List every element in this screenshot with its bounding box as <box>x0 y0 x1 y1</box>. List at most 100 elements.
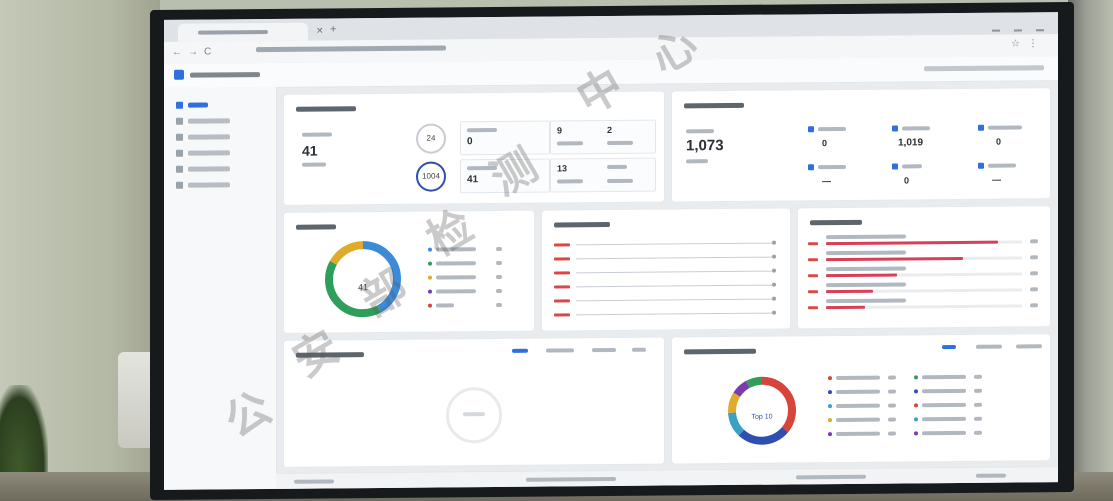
legend-value <box>888 417 896 422</box>
legend-label <box>836 375 880 381</box>
legend-swatch <box>914 417 918 422</box>
risk-top-panel <box>798 206 1050 329</box>
legend-value <box>974 416 982 421</box>
total-label <box>302 132 332 137</box>
sidebar-item-6[interactable] <box>176 181 262 189</box>
legend-swatch <box>828 404 832 409</box>
ring-badge-a: 24 <box>416 123 446 154</box>
port-track <box>576 242 772 246</box>
port-label <box>554 299 570 303</box>
risk-row-label <box>808 274 818 278</box>
window-controls[interactable] <box>978 18 1048 32</box>
port-label <box>554 271 570 275</box>
total-sublabel <box>302 162 326 167</box>
risk-bar-value <box>1030 303 1038 308</box>
port-dot <box>772 240 776 245</box>
top10-panel: Top 10 <box>672 334 1050 464</box>
risk-bar <box>826 256 964 262</box>
status-icon-d <box>808 164 814 171</box>
status-icon-c <box>978 124 984 131</box>
legend-label <box>922 430 966 436</box>
ring-badge-b: 1004 <box>416 161 446 192</box>
donut-legend <box>284 211 534 308</box>
port-label <box>554 285 570 289</box>
close-tab-icon[interactable]: ✕ <box>316 26 324 37</box>
port-dot <box>772 296 776 301</box>
legend-swatch <box>828 376 832 381</box>
sidebar-item-3[interactable] <box>176 133 262 141</box>
risk-row-label <box>808 258 818 262</box>
panel-title <box>684 348 756 355</box>
count-label <box>686 129 714 134</box>
risk-row-label <box>808 290 818 294</box>
panel-title <box>554 222 610 228</box>
toolbar-icons[interactable]: ☆⋮ <box>1011 38 1046 49</box>
legend-value <box>888 375 896 380</box>
legend-label <box>922 388 966 394</box>
logo-icon <box>174 69 184 80</box>
asset-total: 41 <box>302 142 318 159</box>
sidebar-item-home[interactable] <box>176 101 262 109</box>
sidebar-item-2[interactable] <box>176 117 262 125</box>
port-label <box>554 243 570 247</box>
status-icon-e <box>892 163 898 170</box>
port-top-panel <box>542 208 790 331</box>
asset-type-panel: 41 <box>284 210 534 333</box>
risk-bar <box>826 240 999 246</box>
status-overview-panel: 1,073 0 1,019 0 — 0 — <box>672 88 1050 202</box>
legend-swatch <box>828 418 832 423</box>
port-bars <box>542 208 790 317</box>
sidebar-item-4[interactable] <box>176 149 262 157</box>
port-label <box>554 313 570 317</box>
stat-box-b: 9 2 <box>550 119 656 155</box>
empty-ring <box>446 386 502 444</box>
risk-row-text <box>826 282 906 288</box>
legend-label <box>922 402 966 408</box>
risk-row-text <box>826 234 906 240</box>
sidebar-item-5[interactable] <box>176 165 262 173</box>
screen: ✕ + ←→C ☆⋮ 41 24 1004 0 9 2 41 13 1,073 … <box>164 12 1058 490</box>
header-user-info[interactable] <box>924 65 1044 72</box>
risk-bar <box>826 305 866 310</box>
risk-bar-value <box>1030 255 1038 260</box>
top10-donut: Top 10 <box>728 376 796 445</box>
status-count: 1,073 <box>686 137 724 155</box>
legend-swatch <box>914 431 918 436</box>
nav-buttons-icon[interactable]: ←→C <box>172 46 217 57</box>
legend-swatch <box>828 432 832 437</box>
legend-value <box>974 430 982 435</box>
legend-label <box>922 374 966 380</box>
legend-label <box>836 431 880 437</box>
port-track <box>576 298 772 302</box>
legend-value <box>888 389 896 394</box>
legend-label <box>836 417 880 423</box>
panel-title <box>296 224 336 230</box>
risk-row-text <box>826 298 906 304</box>
status-icon-a <box>808 126 814 133</box>
risk-row-text <box>826 266 906 272</box>
new-tab-icon[interactable]: + <box>330 23 336 35</box>
legend-label <box>836 389 880 395</box>
port-track <box>576 270 772 274</box>
legend-value <box>888 431 896 436</box>
port-track <box>576 312 772 316</box>
risk-bar-value <box>1030 239 1038 244</box>
risk-bar <box>826 273 897 278</box>
filter-tabs[interactable] <box>942 344 1042 351</box>
legend-swatch <box>828 390 832 395</box>
url-field[interactable] <box>256 45 446 53</box>
port-dot <box>772 254 776 259</box>
risk-bars <box>798 206 1050 310</box>
port-track <box>576 284 772 288</box>
app-title <box>190 72 260 78</box>
filter-tabs[interactable] <box>512 347 652 355</box>
monitor: ✕ + ←→C ☆⋮ 41 24 1004 0 9 2 41 13 1,073 … <box>150 1 1074 501</box>
legend-value <box>888 403 896 408</box>
legend-value <box>974 402 982 407</box>
risk-bar-value <box>1030 271 1038 276</box>
legend-label <box>836 403 880 409</box>
risk-bar-value <box>1030 287 1038 292</box>
port-dot <box>772 282 776 287</box>
background-right <box>1068 0 1113 501</box>
browser-tab[interactable]: ✕ <box>178 22 324 42</box>
